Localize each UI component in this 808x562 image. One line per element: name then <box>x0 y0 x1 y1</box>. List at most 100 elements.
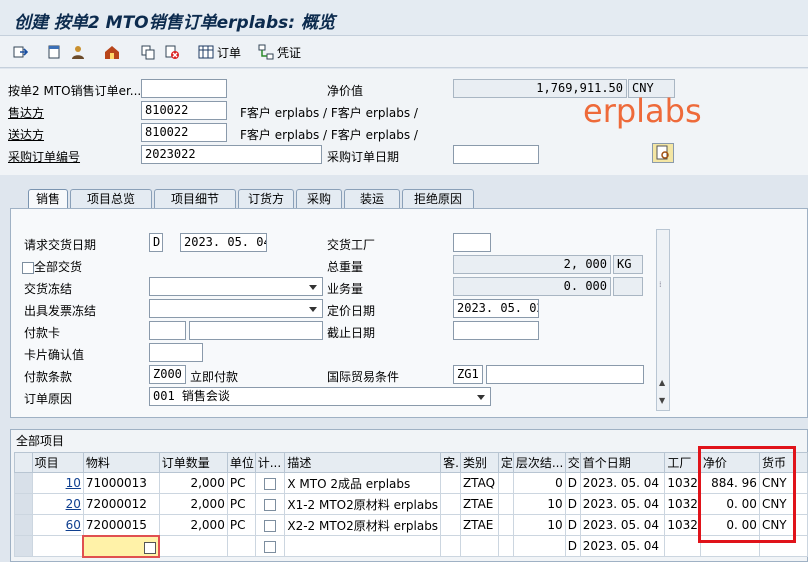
unit-cell[interactable]: PC <box>226 493 256 515</box>
req-date-field[interactable]: 2023. 05. 04 <box>180 233 267 252</box>
voucher-button[interactable]: 凭证 <box>258 42 301 62</box>
ship-to-label[interactable]: 送达方 <box>8 126 44 143</box>
unit-cell[interactable]: PC <box>226 472 256 494</box>
first-date-cell[interactable]: 2023. 05. 04 <box>579 535 666 557</box>
incoterms-field[interactable]: ZG1 <box>453 365 483 384</box>
quantity-cell[interactable] <box>158 535 228 557</box>
material-input-cell[interactable] <box>82 534 161 558</box>
delivery-type-cell[interactable]: D <box>564 535 581 557</box>
scroll-up-icon[interactable]: ▲ <box>659 378 665 387</box>
req-date-type-field[interactable]: D <box>149 233 163 252</box>
scroll-grip[interactable]: ⁞ <box>659 280 667 290</box>
copy-button[interactable] <box>140 42 159 62</box>
description-cell[interactable]: X1-2 MTO2原材料 erplabs <box>284 493 442 515</box>
plant-cell[interactable]: 1032 <box>664 514 701 536</box>
plant-cell[interactable]: 1032 <box>664 493 701 515</box>
row-selector[interactable] <box>14 493 33 515</box>
description-cell[interactable] <box>284 535 442 557</box>
category-cell[interactable]: ZTAE <box>459 514 499 536</box>
billing-block-select[interactable] <box>149 299 323 318</box>
material-cell[interactable]: 72000012 <box>82 493 160 515</box>
row-selector-header[interactable] <box>14 452 33 473</box>
category-cell[interactable]: ZTAQ <box>459 472 499 494</box>
col-unit[interactable]: 单位 <box>226 452 256 473</box>
sold-to-field[interactable]: 810022 <box>141 101 227 120</box>
col-def[interactable]: 定 <box>497 452 514 473</box>
po-date-field[interactable] <box>453 145 539 164</box>
payment-terms-field[interactable]: Z000 <box>149 365 186 384</box>
quantity-cell[interactable]: 2,000 <box>158 514 228 536</box>
row-checkbox[interactable] <box>264 498 277 511</box>
order-reason-select[interactable]: 001 销售会谈 <box>149 387 491 406</box>
col-material[interactable]: 物料 <box>82 452 160 473</box>
payment-card-type-field[interactable] <box>149 321 186 340</box>
row-selector[interactable] <box>14 472 33 494</box>
customer-cell[interactable] <box>440 472 461 494</box>
item-number[interactable]: 10 <box>31 472 84 494</box>
material-cell[interactable]: 71000013 <box>82 472 160 494</box>
tab-ordering-party[interactable]: 订货方 <box>238 189 294 209</box>
item-number[interactable]: 60 <box>31 514 84 536</box>
level-cell[interactable]: 10 <box>512 514 566 536</box>
pricing-date-field[interactable]: 2023. 05. 02 <box>453 299 539 318</box>
col-delivery[interactable]: 交 <box>564 452 581 473</box>
delivery-type-cell[interactable]: D <box>564 493 581 515</box>
po-number-field[interactable]: 2023022 <box>141 145 322 164</box>
tab-shipping[interactable]: 装运 <box>344 189 400 209</box>
partner-button[interactable] <box>70 42 89 62</box>
material-cell[interactable]: 72000015 <box>82 514 160 536</box>
first-date-cell[interactable]: 2023. 05. 04 <box>579 514 666 536</box>
table-row[interactable]: D 2023. 05. 04 <box>14 534 808 558</box>
col-category[interactable]: 类别 <box>459 452 499 473</box>
table-row[interactable]: 10 71000013 2,000 PC X MTO 2成品 erplabs Z… <box>14 472 808 494</box>
first-date-cell[interactable]: 2023. 05. 04 <box>579 493 666 515</box>
delivery-type-cell[interactable]: D <box>564 472 581 494</box>
panel-scrollbar[interactable]: ⁞ ▲ ▼ <box>656 229 670 411</box>
description-cell[interactable]: X2-2 MTO2原材料 erplabs <box>284 514 442 536</box>
value-help-icon[interactable] <box>144 541 157 554</box>
first-date-cell[interactable]: 2023. 05. 04 <box>579 472 666 494</box>
customer-cell[interactable] <box>440 514 461 536</box>
tab-item-detail[interactable]: 项目细节 <box>154 189 236 209</box>
order-number-field[interactable] <box>141 79 227 98</box>
level-cell[interactable]: 10 <box>512 493 566 515</box>
header-button[interactable] <box>46 42 65 62</box>
row-selector[interactable] <box>14 535 33 557</box>
col-item[interactable]: 项目 <box>31 452 84 473</box>
plant-field[interactable] <box>453 233 491 252</box>
item-number[interactable] <box>31 535 84 557</box>
category-cell[interactable] <box>459 535 499 557</box>
valid-to-field[interactable] <box>453 321 539 340</box>
shipping-button[interactable] <box>104 42 123 62</box>
col-level[interactable]: 层次结... <box>512 452 566 473</box>
def-cell[interactable] <box>497 493 514 515</box>
display-change-button[interactable] <box>12 42 31 62</box>
tab-procurement[interactable]: 采购 <box>296 189 342 209</box>
col-first-date[interactable]: 首个日期 <box>579 452 666 473</box>
sold-to-label[interactable]: 售达方 <box>8 104 44 121</box>
plant-cell[interactable]: 1032 <box>664 472 701 494</box>
tab-item-overview[interactable]: 项目总览 <box>70 189 152 209</box>
col-calc[interactable]: 计... <box>254 452 286 473</box>
customer-cell[interactable] <box>440 535 461 557</box>
full-delivery-checkbox[interactable] <box>22 261 34 274</box>
tab-sales[interactable]: 销售 <box>28 189 68 210</box>
category-cell[interactable]: ZTAE <box>459 493 499 515</box>
col-quantity[interactable]: 订单数量 <box>158 452 228 473</box>
card-verify-field[interactable] <box>149 343 203 362</box>
table-row[interactable]: 20 72000012 2,000 PC X1-2 MTO2原材料 erplab… <box>14 493 808 515</box>
delivery-type-cell[interactable]: D <box>564 514 581 536</box>
unit-cell[interactable] <box>226 535 256 557</box>
unit-cell[interactable]: PC <box>226 514 256 536</box>
row-selector[interactable] <box>14 514 33 536</box>
incoterms-location-field[interactable] <box>486 365 644 384</box>
quantity-cell[interactable]: 2,000 <box>158 472 228 494</box>
row-checkbox[interactable] <box>264 519 277 532</box>
ship-to-field[interactable]: 810022 <box>141 123 227 142</box>
delete-button[interactable] <box>164 42 183 62</box>
scroll-down-icon[interactable]: ▼ <box>659 396 665 405</box>
col-description[interactable]: 描述 <box>284 452 442 473</box>
tab-reason-rejection[interactable]: 拒绝原因 <box>402 189 474 209</box>
item-number[interactable]: 20 <box>31 493 84 515</box>
quantity-cell[interactable]: 2,000 <box>158 493 228 515</box>
